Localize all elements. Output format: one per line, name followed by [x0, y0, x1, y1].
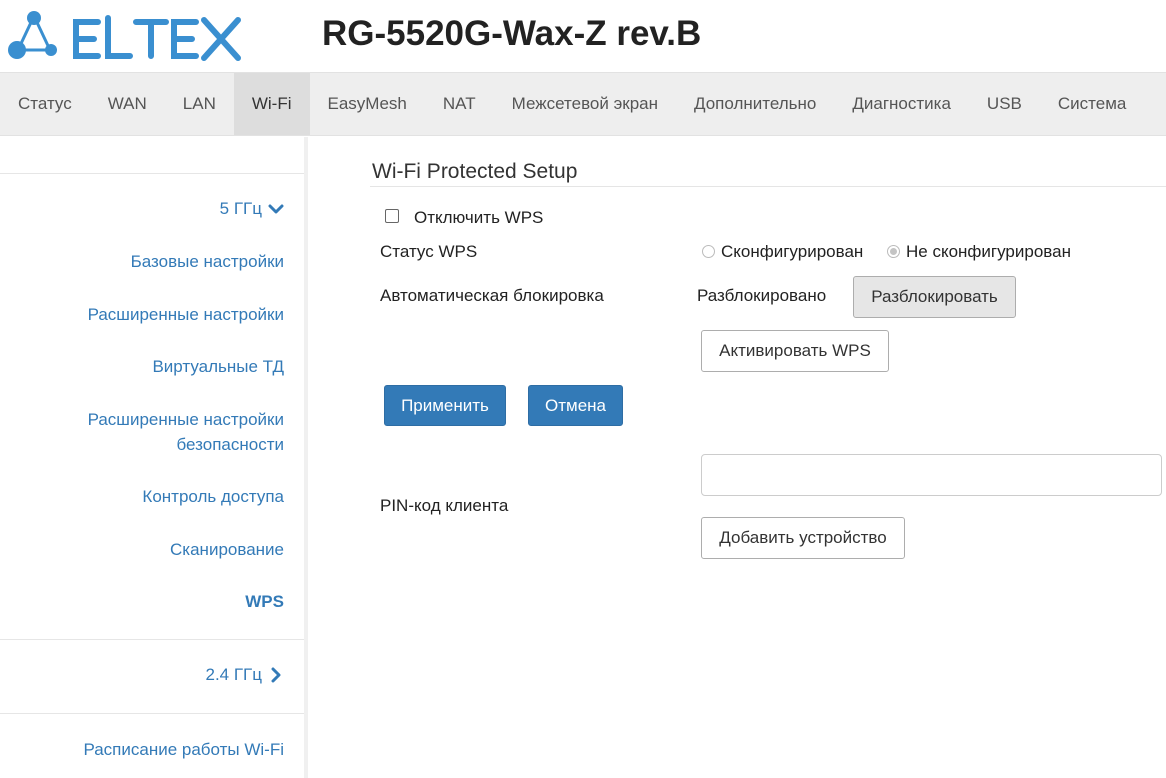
sidebar-group-24ghz[interactable]: 2.4 ГГц: [205, 665, 284, 685]
sidebar: 5 ГГц Базовые настройки Расширенные наст…: [0, 137, 308, 778]
sidebar-item-basic-settings[interactable]: Базовые настройки: [131, 249, 284, 274]
client-pin-input[interactable]: [701, 454, 1162, 496]
sidebar-item-advanced-security[interactable]: Расширенные настройки безопасности: [88, 407, 284, 457]
sidebar-divider: [0, 173, 304, 174]
wps-status-label: Статус WPS: [380, 242, 478, 261]
chevron-right-icon: [271, 667, 281, 683]
nav-tab-diagnostics[interactable]: Диагностика: [834, 73, 969, 135]
top-navigation: Статус WAN LAN Wi-Fi EasyMesh NAT Межсет…: [0, 72, 1166, 136]
sidebar-item-virtual-ap[interactable]: Виртуальные ТД: [152, 354, 284, 379]
eltex-logo[interactable]: [6, 8, 246, 64]
header: RG-5520G-Wax-Z rev.B: [0, 0, 1166, 72]
main-content: Wi-Fi Protected Setup Отключить WPS Стат…: [370, 137, 1166, 778]
sidebar-item-advanced-security-line1: Расширенные настройки: [87, 410, 284, 429]
chevron-down-icon: [268, 204, 284, 214]
nav-tab-wan[interactable]: WAN: [90, 73, 165, 135]
nav-tab-advanced[interactable]: Дополнительно: [676, 73, 834, 135]
add-device-button[interactable]: Добавить устройство: [701, 517, 905, 559]
title-divider: [370, 186, 1166, 187]
apply-button[interactable]: Применить: [384, 385, 506, 426]
radio-not-configured-label: Не сконфигурирован: [906, 242, 1071, 261]
activate-wps-button[interactable]: Активировать WPS: [701, 330, 889, 372]
client-pin-label: PIN-код клиента: [380, 496, 509, 515]
sidebar-item-wifi-schedule[interactable]: Расписание работы Wi-Fi: [83, 737, 284, 762]
auto-lock-status: Разблокировано: [697, 286, 827, 305]
radio-not-configured[interactable]: [887, 245, 900, 258]
sidebar-group-24ghz-label: 2.4 ГГц: [205, 665, 262, 684]
sidebar-group-5ghz[interactable]: 5 ГГц: [220, 199, 284, 219]
nav-tab-status[interactable]: Статус: [0, 73, 90, 135]
sidebar-item-advanced-settings[interactable]: Расширенные настройки: [88, 302, 284, 327]
nav-tab-firewall[interactable]: Межсетевой экран: [494, 73, 676, 135]
radio-configured[interactable]: [702, 245, 715, 258]
nav-tab-lan[interactable]: LAN: [165, 73, 234, 135]
nav-tab-wifi[interactable]: Wi-Fi: [233, 73, 310, 135]
nav-tab-usb[interactable]: USB: [969, 73, 1040, 135]
unlock-button[interactable]: Разблокировать: [853, 276, 1016, 318]
nav-tab-easymesh[interactable]: EasyMesh: [310, 73, 425, 135]
disable-wps-label: Отключить WPS: [414, 208, 544, 227]
page-title: Wi-Fi Protected Setup: [372, 160, 578, 183]
sidebar-item-scanning[interactable]: Сканирование: [170, 537, 284, 562]
sidebar-item-access-control[interactable]: Контроль доступа: [142, 484, 284, 509]
nav-tab-system[interactable]: Система: [1040, 73, 1144, 135]
sidebar-divider: [0, 639, 304, 640]
cancel-button[interactable]: Отмена: [528, 385, 623, 426]
device-model-title: RG-5520G-Wax-Z rev.B: [322, 14, 702, 53]
radio-configured-label: Сконфигурирован: [721, 242, 864, 261]
sidebar-item-advanced-security-line2: безопасности: [176, 435, 284, 454]
sidebar-group-5ghz-label: 5 ГГц: [219, 199, 262, 218]
sidebar-item-wps[interactable]: WPS: [245, 589, 284, 614]
sidebar-divider: [0, 713, 304, 714]
auto-lock-label: Автоматическая блокировка: [380, 286, 604, 305]
disable-wps-checkbox[interactable]: [385, 209, 399, 223]
nav-tab-nat[interactable]: NAT: [425, 73, 494, 135]
